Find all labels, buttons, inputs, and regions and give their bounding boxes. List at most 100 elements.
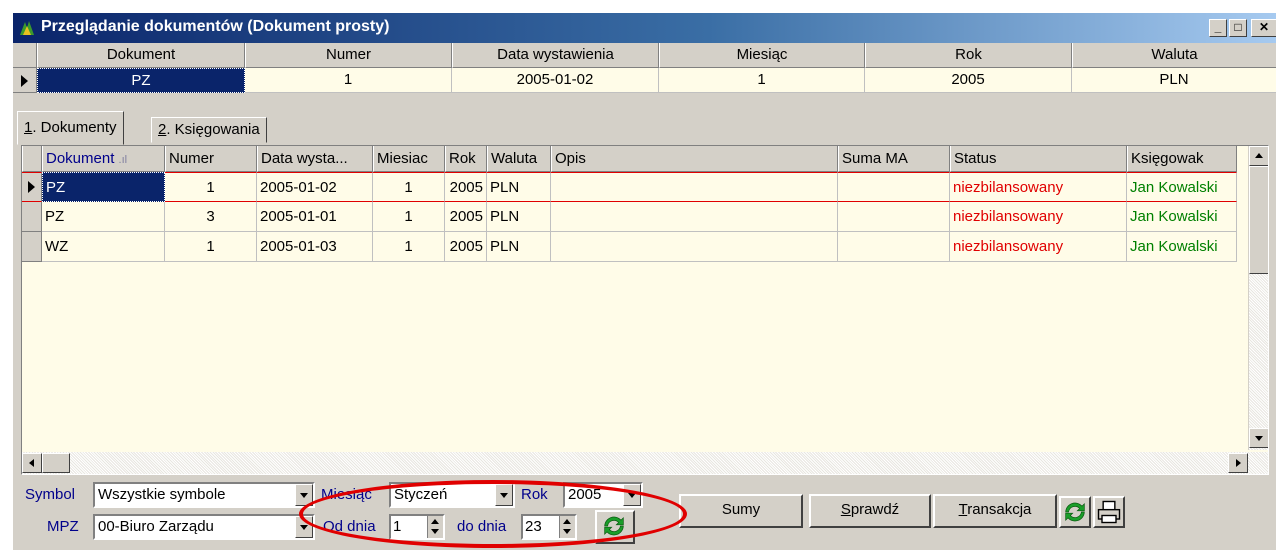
table-row[interactable]: PZ 3 2005-01-01 1 2005 PLN niezbilansowa… — [22, 202, 1237, 232]
mpz-dropdown-button[interactable] — [295, 516, 313, 538]
document-browser-window: Przeglądanie dokumentów (Dokument prosty… — [12, 12, 1276, 550]
symbol-select[interactable]: Wszystkie symbole — [93, 482, 315, 508]
column-waluta[interactable]: Waluta — [1072, 43, 1276, 68]
cell-rok[interactable]: 2005 — [445, 232, 487, 262]
do-dnia-label: do dnia — [457, 518, 507, 535]
refresh-button[interactable] — [1059, 496, 1091, 528]
scroll-right-button[interactable] — [1228, 453, 1248, 473]
transakcja-button[interactable]: Transakcja — [933, 494, 1057, 528]
current-row-arrow-icon — [28, 181, 35, 193]
cell-ksiegowal[interactable]: Jan Kowalski — [1127, 232, 1237, 262]
do-dnia-stepper[interactable] — [559, 516, 575, 538]
cell-waluta[interactable]: PLN — [487, 232, 551, 262]
grid-column-waluta[interactable]: Waluta — [487, 146, 551, 172]
horizontal-scroll-thumb[interactable] — [42, 453, 70, 473]
scroll-up-button[interactable] — [1249, 146, 1268, 166]
grid-column-status[interactable]: Status — [950, 146, 1127, 172]
cell-waluta[interactable]: PLN — [1072, 68, 1276, 93]
cell-opis[interactable] — [551, 232, 838, 262]
rok-select[interactable]: 2005 — [563, 482, 643, 508]
gap — [13, 93, 1276, 115]
scroll-left-button[interactable] — [22, 453, 42, 473]
cell-data-wystawienia[interactable]: 2005-01-02 — [452, 68, 659, 93]
mpz-select[interactable]: 00-Biuro Zarządu — [93, 514, 315, 540]
cell-status[interactable]: niezbilansowany — [950, 232, 1127, 262]
cell-rok[interactable]: 2005 — [445, 172, 487, 202]
cell-numer[interactable]: 1 — [245, 68, 452, 93]
cell-numer[interactable]: 1 — [165, 232, 257, 262]
horizontal-scrollbar[interactable] — [22, 452, 1268, 474]
cell-numer[interactable]: 3 — [165, 202, 257, 232]
minimize-button[interactable]: _ — [1209, 19, 1227, 37]
cell-ksiegowal[interactable]: Jan Kowalski — [1127, 202, 1237, 232]
column-numer[interactable]: Numer — [245, 43, 452, 68]
od-dnia-stepper[interactable] — [427, 516, 443, 538]
step-up-icon — [431, 519, 439, 524]
step-up-icon — [563, 519, 571, 524]
row-indicator — [13, 68, 37, 93]
chevron-down-icon — [628, 493, 636, 498]
grid-column-dokument[interactable]: Dokument .ıl — [42, 146, 165, 172]
cell-waluta[interactable]: PLN — [487, 202, 551, 232]
cell-suma-ma[interactable] — [838, 172, 950, 202]
cell-numer[interactable]: 1 — [165, 172, 257, 202]
cell-waluta[interactable]: PLN — [487, 172, 551, 202]
header-grid-row[interactable]: PZ 1 2005-01-02 1 2005 PLN — [13, 68, 1276, 93]
cell-ksiegowal[interactable]: Jan Kowalski — [1127, 172, 1237, 202]
print-button[interactable] — [1093, 496, 1125, 528]
grid-column-miesiac[interactable]: Miesiac — [373, 146, 445, 172]
cell-dokument[interactable]: PZ — [42, 172, 165, 202]
scroll-down-button[interactable] — [1249, 428, 1268, 448]
column-miesiac[interactable]: Miesiąc — [659, 43, 865, 68]
miesiac-dropdown-button[interactable] — [495, 484, 513, 506]
cell-rok[interactable]: 2005 — [445, 202, 487, 232]
cell-status[interactable]: niezbilansowany — [950, 172, 1127, 202]
grid-column-data[interactable]: Data wysta... — [257, 146, 373, 172]
cell-dokument[interactable]: WZ — [42, 232, 165, 262]
documents-grid: Dokument .ıl Numer Data wysta... Miesiac… — [21, 145, 1269, 475]
rok-value: 2005 — [568, 486, 602, 503]
cell-miesiac[interactable]: 1 — [373, 202, 445, 232]
od-dnia-spinner[interactable]: 1 — [389, 514, 445, 540]
vertical-scroll-thumb[interactable] — [1249, 166, 1268, 274]
maximize-button[interactable]: □ — [1229, 19, 1247, 37]
table-row[interactable]: PZ 1 2005-01-02 1 2005 PLN niezbilansowa… — [22, 172, 1237, 202]
do-dnia-value: 23 — [525, 518, 542, 535]
close-button[interactable]: ✕ — [1251, 19, 1276, 37]
vertical-scrollbar[interactable] — [1248, 146, 1268, 450]
table-row[interactable]: WZ 1 2005-01-03 1 2005 PLN niezbilansowa… — [22, 232, 1237, 262]
refresh-dates-button[interactable] — [595, 510, 635, 544]
grid-header: Dokument .ıl Numer Data wysta... Miesiac… — [22, 146, 1237, 172]
cell-dokument[interactable]: PZ — [42, 202, 165, 232]
cell-suma-ma[interactable] — [838, 202, 950, 232]
cell-data[interactable]: 2005-01-02 — [257, 172, 373, 202]
rok-dropdown-button[interactable] — [623, 484, 641, 506]
document-header-grid: Dokument Numer Data wystawienia Miesiąc … — [13, 43, 1276, 93]
cell-miesiac[interactable]: 1 — [659, 68, 865, 93]
column-data-wystawienia[interactable]: Data wystawienia — [452, 43, 659, 68]
cell-opis[interactable] — [551, 172, 838, 202]
cell-status[interactable]: niezbilansowany — [950, 202, 1127, 232]
cell-suma-ma[interactable] — [838, 232, 950, 262]
miesiac-select[interactable]: Styczeń — [389, 482, 515, 508]
cell-miesiac[interactable]: 1 — [373, 232, 445, 262]
tab-ksiegowania[interactable]: 2. Księgowania — [151, 117, 267, 143]
column-dokument[interactable]: Dokument — [37, 43, 245, 68]
cell-dokument[interactable]: PZ — [37, 68, 245, 93]
column-rok[interactable]: Rok — [865, 43, 1072, 68]
cell-miesiac[interactable]: 1 — [373, 172, 445, 202]
grid-column-numer[interactable]: Numer — [165, 146, 257, 172]
cell-rok[interactable]: 2005 — [865, 68, 1072, 93]
cell-data[interactable]: 2005-01-03 — [257, 232, 373, 262]
grid-column-suma-ma[interactable]: Suma MA — [838, 146, 950, 172]
tab-dokumenty[interactable]: 1. Dokumenty — [17, 111, 124, 145]
cell-data[interactable]: 2005-01-01 — [257, 202, 373, 232]
sumy-button[interactable]: Sumy — [679, 494, 803, 528]
sprawdz-button[interactable]: Sprawdź — [809, 494, 931, 528]
do-dnia-spinner[interactable]: 23 — [521, 514, 577, 540]
grid-column-opis[interactable]: Opis — [551, 146, 838, 172]
grid-column-ksiegowal[interactable]: Księgowak — [1127, 146, 1237, 172]
symbol-dropdown-button[interactable] — [295, 484, 313, 506]
cell-opis[interactable] — [551, 202, 838, 232]
grid-column-rok[interactable]: Rok — [445, 146, 487, 172]
